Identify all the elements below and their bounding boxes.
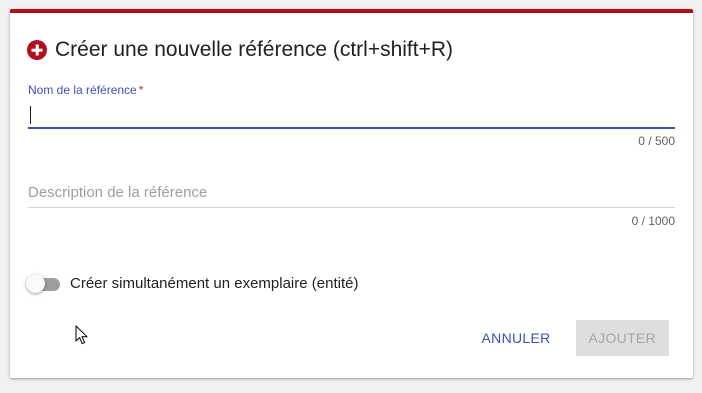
reference-name-field[interactable]: Nom de la référence * 0 / 500 xyxy=(28,83,675,148)
reference-name-label-text: Nom de la référence xyxy=(28,83,137,97)
mouse-pointer-icon xyxy=(75,325,88,345)
create-copy-toggle-row[interactable]: Créer simultanément un exemplaire (entit… xyxy=(26,270,358,296)
dialog-header: Créer une nouvelle référence (ctrl+shift… xyxy=(27,35,453,65)
reference-name-counter: 0 / 500 xyxy=(638,134,675,148)
reference-name-input[interactable] xyxy=(28,101,675,129)
reference-description-counter: 0 / 1000 xyxy=(631,214,675,228)
add-button[interactable]: AJOUTER xyxy=(575,320,669,356)
required-mark: * xyxy=(138,83,144,97)
dialog-actions: ANNULER AJOUTER xyxy=(470,320,669,356)
plus-circle-icon xyxy=(27,40,47,60)
create-copy-toggle[interactable] xyxy=(26,273,62,293)
reference-description-input[interactable]: Description de la référence xyxy=(28,171,675,208)
cancel-button[interactable]: ANNULER xyxy=(470,320,563,356)
toggle-thumb xyxy=(26,274,45,293)
reference-description-field[interactable]: Description de la référence 0 / 1000 xyxy=(28,171,675,233)
create-copy-toggle-label: Créer simultanément un exemplaire (entit… xyxy=(70,274,359,292)
reference-name-label: Nom de la référence * xyxy=(28,83,675,97)
dialog-title: Créer une nouvelle référence (ctrl+shift… xyxy=(55,38,454,61)
text-caret xyxy=(30,106,31,124)
create-reference-dialog: Créer une nouvelle référence (ctrl+shift… xyxy=(10,9,693,378)
